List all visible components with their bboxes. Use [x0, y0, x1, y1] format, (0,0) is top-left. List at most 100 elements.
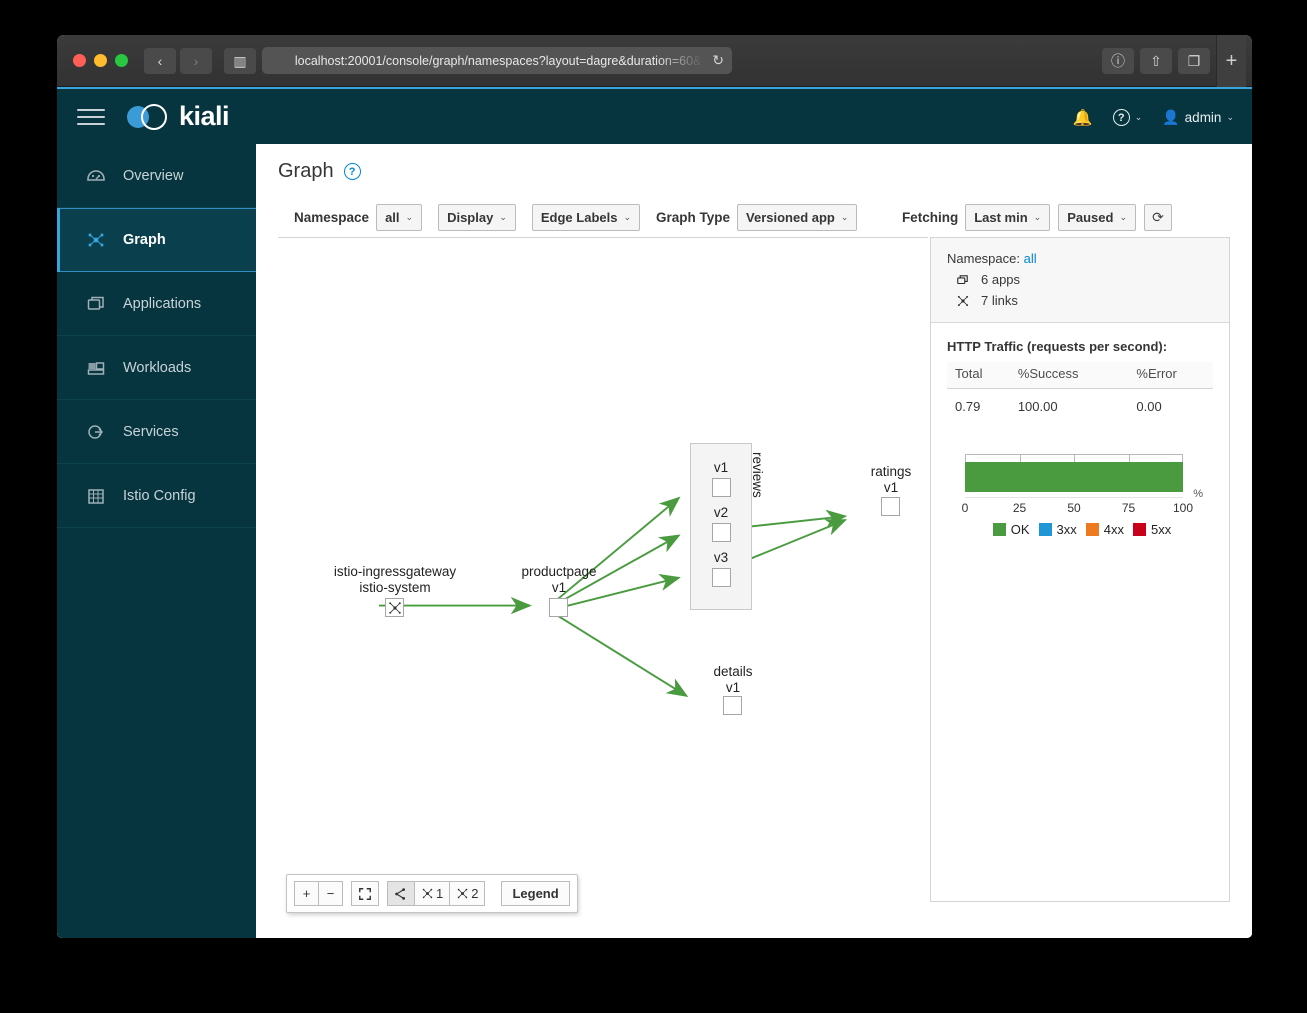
sidebar-nav: Overview Graph Applications Workloads Se…: [57, 144, 256, 938]
graph-type-dropdown-value: Versioned app: [746, 209, 835, 225]
plus-icon: +: [1225, 49, 1238, 72]
kiali-logo-icon: [127, 103, 170, 131]
browser-window: ‹ › ▥ localhost:20001/console/graph/name…: [57, 35, 1252, 938]
window-controls[interactable]: [73, 54, 128, 67]
node-label-ingressgateway: istio-ingressgateway istio-system: [333, 564, 457, 595]
fetch-interval-dropdown[interactable]: Last min ⌄: [965, 203, 1051, 231]
summary-namespace-section: Namespace: all 6 apps 7 links: [931, 238, 1229, 323]
layout-cose-button[interactable]: [387, 881, 415, 906]
fit-group: [351, 881, 379, 906]
refresh-rate-value: Paused: [1067, 209, 1114, 225]
node-ratings-v1[interactable]: [881, 497, 900, 516]
page-help-icon[interactable]: ?: [343, 163, 361, 180]
legend-item-4xx[interactable]: 4xx: [1085, 522, 1125, 537]
legend-button[interactable]: Legend: [501, 881, 570, 906]
page-title-row: Graph ?: [256, 144, 1252, 183]
fetching-controls: Fetching Last min ⌄ Paused ⌄ ⟳: [902, 203, 1172, 231]
back-button[interactable]: ‹: [144, 47, 176, 74]
node-details-v1[interactable]: [723, 696, 742, 715]
sidebar-item-applications[interactable]: Applications: [57, 272, 256, 336]
page-info-button[interactable]: ⓘ: [1102, 48, 1134, 74]
sidebar-item-graph[interactable]: Graph: [57, 208, 256, 272]
edge-labels-dropdown[interactable]: Edge Labels ⌄: [531, 203, 640, 231]
refresh-icon: ⟳: [1152, 208, 1164, 225]
reload-icon[interactable]: ↻: [712, 52, 724, 69]
traffic-value-error: 0.00: [1136, 399, 1162, 414]
chevron-down-icon: ⌄: [1119, 211, 1127, 222]
refresh-rate-dropdown[interactable]: Paused ⌄: [1058, 203, 1136, 231]
legend-label: 4xx: [1103, 522, 1125, 537]
legend-item-3xx[interactable]: 3xx: [1038, 522, 1077, 537]
help-icon: ?: [1112, 109, 1130, 126]
screenshot-root: ‹ › ▥ localhost:20001/console/graph/name…: [0, 0, 1307, 1013]
zoom-in-button[interactable]: +: [294, 881, 319, 906]
refresh-button[interactable]: ⟳: [1144, 203, 1172, 231]
sidebar-item-overview[interactable]: Overview: [57, 144, 256, 208]
traffic-value-total: 0.79: [955, 399, 981, 414]
summary-namespace-link[interactable]: all: [1024, 251, 1037, 266]
legend-label: OK: [1010, 522, 1030, 537]
tabs-icon: ❐: [1187, 53, 1201, 69]
layout-dagre-2-button[interactable]: 2: [449, 881, 486, 906]
node-reviews-v2[interactable]: [712, 523, 731, 542]
sidebar-item-label: Services: [123, 423, 179, 440]
node-productpage-v1[interactable]: [549, 598, 568, 617]
legend-button-label: Legend: [512, 886, 559, 901]
fit-to-screen-button[interactable]: [351, 881, 379, 906]
sidebar-item-label: Overview: [123, 167, 184, 184]
minimize-window-button[interactable]: [94, 54, 107, 67]
graph-type-label: Graph Type: [656, 209, 731, 225]
layout-dagre-1-button[interactable]: 1: [414, 881, 451, 906]
person-icon: 👤: [1162, 109, 1180, 125]
hamburger-icon[interactable]: [77, 108, 105, 125]
info-icon: ⓘ: [1111, 53, 1125, 69]
nav-buttons: ‹ ›: [144, 47, 212, 74]
main-content: Graph ? Namespace all ⌄ Display ⌄ Edge L…: [256, 144, 1252, 938]
traffic-header-total: Total: [947, 362, 1010, 389]
graph-type-dropdown[interactable]: Versioned app ⌄: [737, 203, 858, 231]
legend-item-5xx[interactable]: 5xx: [1133, 522, 1171, 537]
app-body: Overview Graph Applications Workloads Se…: [57, 144, 1252, 938]
namespace-dropdown[interactable]: all ⌄: [376, 203, 423, 231]
chart-legend: OK 3xx 4xx 5xx: [957, 522, 1207, 537]
new-tab-button[interactable]: +: [1216, 35, 1246, 87]
browser-titlebar: ‹ › ▥ localhost:20001/console/graph/name…: [57, 35, 1252, 87]
share-icon: ⇧: [1150, 53, 1162, 69]
sidebar-item-istio-config[interactable]: Istio Config: [57, 464, 256, 528]
chart-unit-label: %: [1193, 488, 1203, 500]
chart-xtick: 50: [1067, 501, 1081, 515]
gateway-icon: [388, 601, 401, 614]
node-label-reviews-v1: v1: [713, 460, 729, 475]
graph-canvas[interactable]: reviews istio-ingressgateway istio-syste…: [278, 238, 928, 927]
traffic-header-success: %Success: [1009, 362, 1129, 389]
node-reviews-v3[interactable]: [712, 568, 731, 587]
node-label-reviews-v3: v3: [713, 550, 729, 565]
node-reviews-v1[interactable]: [712, 478, 731, 497]
url-text: localhost:20001/console/graph/namespaces…: [294, 53, 702, 68]
sidebar-item-workloads[interactable]: Workloads: [57, 336, 256, 400]
chevron-down-icon: ⌄: [1033, 211, 1042, 222]
node-label-reviews-v2: v2: [713, 505, 729, 520]
address-bar[interactable]: localhost:20001/console/graph/namespaces…: [262, 47, 732, 74]
user-menu[interactable]: 👤 admin ⌄: [1162, 109, 1234, 126]
show-tabs-button[interactable]: ❐: [1178, 48, 1210, 74]
forward-button[interactable]: ›: [180, 47, 212, 74]
traffic-value-success: 100.00: [1017, 399, 1058, 414]
layout-1-label: 1: [436, 886, 444, 901]
node-istio-ingressgateway[interactable]: [385, 598, 404, 617]
share-button[interactable]: ⇧: [1140, 48, 1172, 74]
notifications-button[interactable]: 🔔: [1073, 108, 1093, 128]
maximize-window-button[interactable]: [115, 54, 128, 67]
close-window-button[interactable]: [73, 54, 86, 67]
graph-canvas-pane[interactable]: reviews istio-ingressgateway istio-syste…: [278, 237, 928, 927]
display-dropdown[interactable]: Display ⌄: [438, 203, 516, 231]
sidebar-item-services[interactable]: Services: [57, 400, 256, 464]
kiali-logo[interactable]: kiali: [127, 101, 230, 132]
chart-xtick: 75: [1121, 501, 1136, 515]
zoom-out-button[interactable]: −: [318, 881, 343, 906]
help-menu[interactable]: ? ⌄: [1112, 109, 1142, 126]
legend-item-ok[interactable]: OK: [992, 522, 1030, 537]
sidebar-item-label: Applications: [123, 295, 202, 312]
sidebar-toggle-button[interactable]: ▥: [224, 47, 256, 74]
back-icon: ‹: [157, 52, 163, 69]
